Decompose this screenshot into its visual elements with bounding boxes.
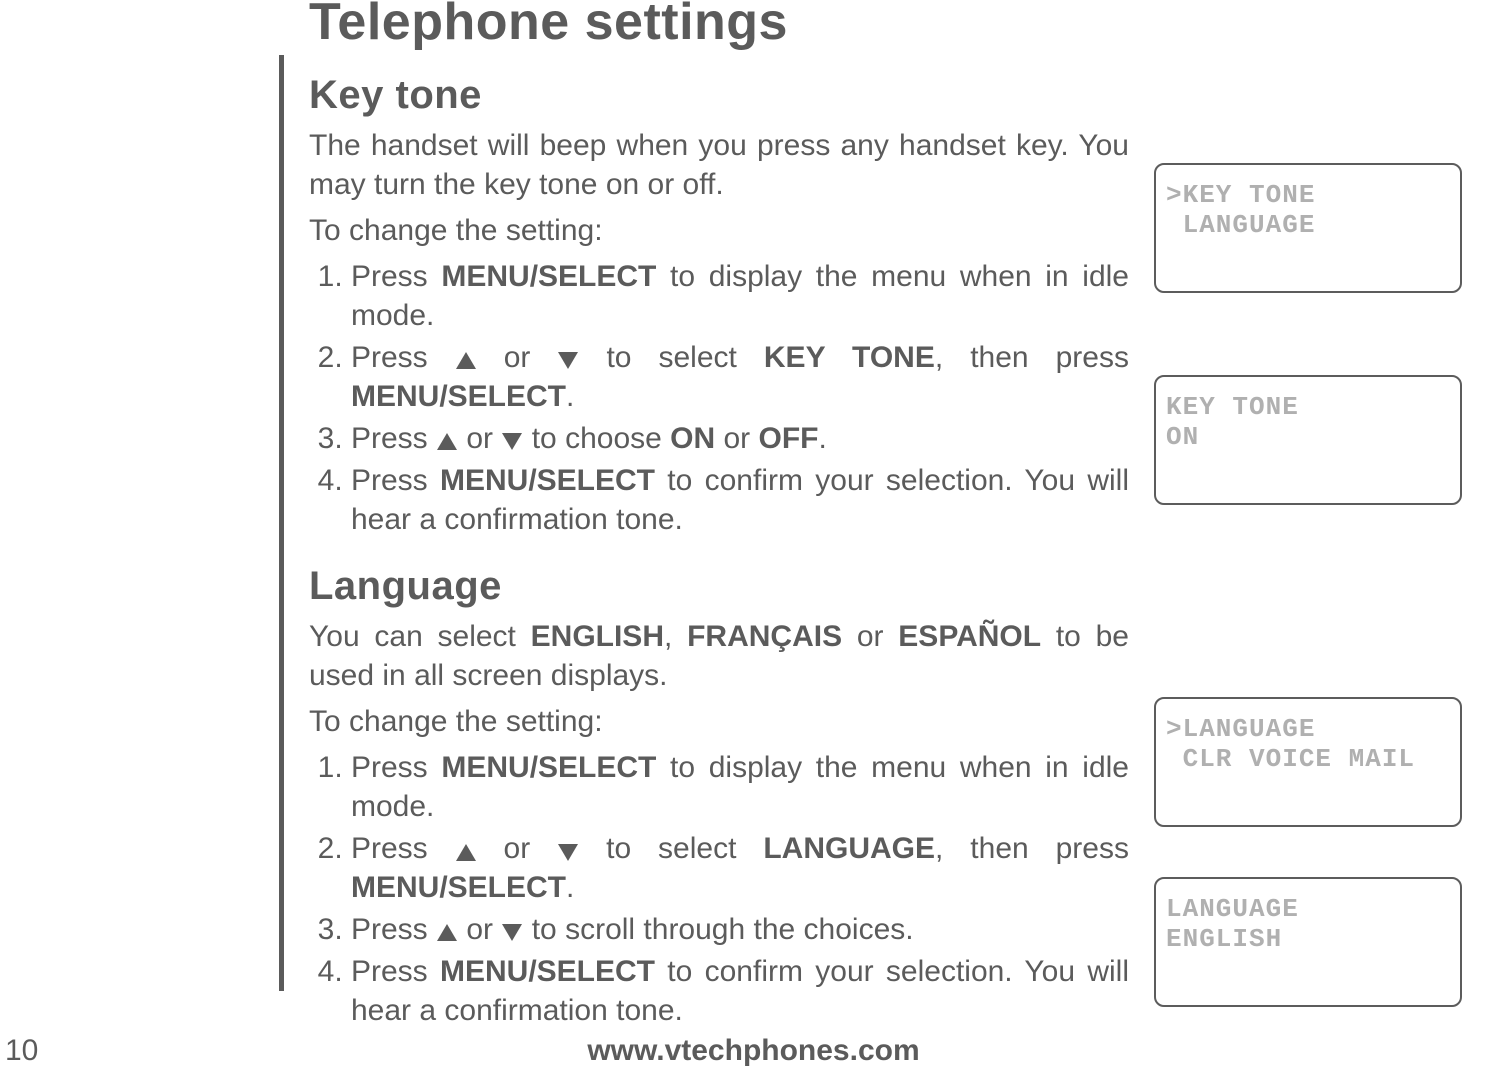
key-tone-description: The handset will beep when you press any… [309,127,1129,204]
step-text: to select [579,341,763,374]
on-label: ON [670,422,715,455]
key-tone-step-4: Press MENU/SELECT to confirm your select… [351,462,1129,539]
language-step-4: Press MENU/SELECT to confirm your select… [351,953,1129,1030]
triangle-down-icon [558,844,578,861]
key-tone-step-2: Press or to select KEY TONE, then press … [351,339,1129,416]
triangle-up-icon [456,352,476,369]
triangle-up-icon [437,433,457,450]
step-text: . [566,871,574,904]
key-tone-step-1: Press MENU/SELECT to display the menu wh… [351,258,1129,335]
step-text: to choose [523,422,670,455]
language-label: LANGUAGE [763,832,935,865]
footer-url: www.vtechphones.com [0,1034,1507,1068]
section-divider [279,55,284,991]
step-text: , [664,620,687,653]
step-text: Press [351,955,440,988]
triangle-down-icon [502,433,522,450]
step-text: . [566,380,574,413]
menu-select-label: MENU/SELECT [440,464,655,497]
step-text: Press [351,913,436,946]
language-step-1: Press MENU/SELECT to display the menu wh… [351,749,1129,826]
off-label: OFF [759,422,819,455]
step-text: or [477,341,558,374]
triangle-down-icon [502,924,522,941]
step-text: or [477,832,558,865]
step-text: Press [351,464,440,497]
section-heading-language: Language [309,561,1129,612]
lcd-screen-language-english: LANGUAGE ENGLISH [1154,877,1462,1007]
espanol-label: ESPAÑOL [898,620,1041,653]
english-label: ENGLISH [531,620,664,653]
lcd-screen-key-tone-on: KEY TONE ON [1154,375,1462,505]
lcd-screen-key-tone-menu: >KEY TONE LANGUAGE [1154,163,1462,293]
step-text: or [458,422,501,455]
step-text: to select [579,832,763,865]
menu-select-label: MENU/SELECT [441,260,656,293]
step-text: You can select [309,620,531,653]
step-text: Press [351,422,436,455]
step-text: Press [351,341,455,374]
section-heading-key-tone: Key tone [309,70,1129,121]
triangle-up-icon [437,924,457,941]
page-title: Telephone settings [309,0,788,52]
step-text: or [842,620,898,653]
lcd-screen-language-menu: >LANGUAGE CLR VOICE MAIL [1154,697,1462,827]
language-instruction-lead: To change the setting: [309,703,1129,741]
step-text: , then press [935,341,1129,374]
step-text: or [715,422,758,455]
step-text: , then press [935,832,1129,865]
francais-label: FRANÇAIS [687,620,842,653]
step-text: Press [351,751,441,784]
step-text: Press [351,832,455,865]
step-text: or [458,913,501,946]
key-tone-steps: Press MENU/SELECT to display the menu wh… [309,258,1129,539]
menu-select-label: MENU/SELECT [351,871,566,904]
triangle-up-icon [456,844,476,861]
key-tone-step-3: Press or to choose ON or OFF. [351,420,1129,458]
main-content: Key tone The handset will beep when you … [309,70,1129,1034]
language-step-3: Press or to scroll through the choices. [351,911,1129,949]
step-text: to scroll through the choices. [523,913,913,946]
step-text: Press [351,260,441,293]
menu-select-label: MENU/SELECT [351,380,566,413]
language-description: You can select ENGLISH, FRANÇAIS or ESPA… [309,618,1129,695]
menu-select-label: MENU/SELECT [440,955,655,988]
step-text: . [819,422,827,455]
key-tone-instruction-lead: To change the setting: [309,212,1129,250]
language-steps: Press MENU/SELECT to display the menu wh… [309,749,1129,1030]
key-tone-label: KEY TONE [764,341,935,374]
language-step-2: Press or to select LANGUAGE, then press … [351,830,1129,907]
triangle-down-icon [558,352,578,369]
document-page: Telephone settings Key tone The handset … [0,0,1507,1073]
menu-select-label: MENU/SELECT [441,751,656,784]
